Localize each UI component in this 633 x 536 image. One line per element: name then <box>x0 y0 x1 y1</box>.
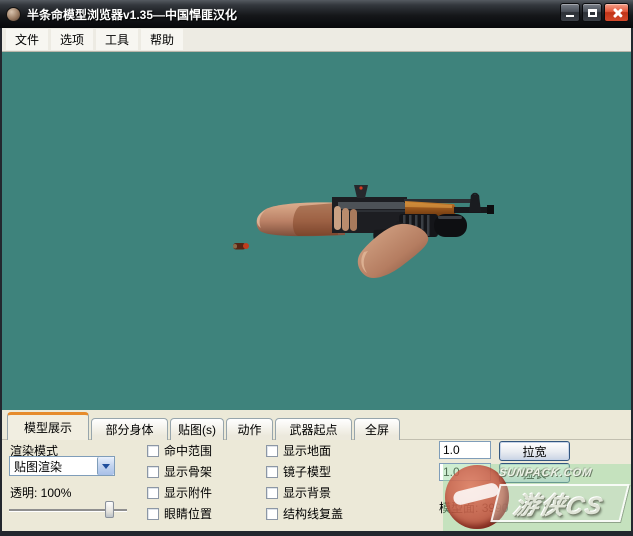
minimize-button[interactable] <box>560 3 580 22</box>
checkbox-box[interactable] <box>266 466 278 478</box>
checkbox-ground[interactable]: 显示地面 <box>266 442 331 459</box>
opacity-label: 透明: 100% <box>10 484 71 501</box>
menu-help[interactable]: 帮助 <box>141 29 183 50</box>
poly-count-value: 3990 <box>482 501 509 515</box>
checkbox-box[interactable] <box>266 445 278 457</box>
checkbox-box[interactable] <box>266 508 278 520</box>
checkbox-box[interactable] <box>266 487 278 499</box>
checkbox-box[interactable] <box>147 445 159 457</box>
chevron-down-icon <box>102 464 110 469</box>
tab-fullscreen[interactable]: 全屏 <box>354 418 400 440</box>
stretch-length-input[interactable] <box>439 463 491 481</box>
title-bar: 半条命模型浏览器v1.35—中国悍匪汉化 <box>0 0 633 28</box>
app-icon <box>6 7 21 22</box>
opacity-slider[interactable] <box>9 500 127 520</box>
wood-handguard <box>405 201 457 216</box>
ak47-model <box>2 52 631 410</box>
close-button[interactable] <box>604 3 629 22</box>
ejected-shell <box>233 243 249 250</box>
stretch-width-input[interactable] <box>439 441 491 459</box>
tab-weapon-origin[interactable]: 武器起点 <box>275 418 352 440</box>
checkbox-hitboxes[interactable]: 命中范围 <box>147 442 212 459</box>
barrel <box>454 194 494 214</box>
minimize-icon <box>566 15 574 17</box>
menu-options[interactable]: 选项 <box>51 29 93 50</box>
checkbox-box[interactable] <box>147 508 159 520</box>
maximize-icon <box>588 9 597 17</box>
tab-model-display[interactable]: 模型展示 <box>7 412 89 440</box>
poly-count: 模型面: 3990 <box>439 499 508 516</box>
model-viewport[interactable] <box>2 52 631 410</box>
left-hand-fingers <box>334 206 357 231</box>
render-mode-value: 贴图渲染 <box>10 458 97 475</box>
checkbox-box[interactable] <box>147 466 159 478</box>
left-arm <box>257 202 345 236</box>
render-mode-select[interactable]: 贴图渲染 <box>9 456 115 476</box>
control-panel: 模型展示 部分身体 贴图(s) 动作 武器起点 全屏 渲染模式 贴图渲染 透明:… <box>2 410 631 531</box>
stretch-length-button[interactable]: 拉长 <box>499 463 570 483</box>
stretch-width-button[interactable]: 拉宽 <box>499 441 570 461</box>
checkbox-background[interactable]: 显示背景 <box>266 484 331 501</box>
checkbox-wireframe-overlay[interactable]: 结构线复盖 <box>266 505 343 522</box>
menu-tools[interactable]: 工具 <box>96 29 138 50</box>
tab-animations[interactable]: 动作 <box>226 418 273 440</box>
window-controls <box>560 3 629 22</box>
checkbox-box[interactable] <box>147 487 159 499</box>
tab-textures[interactable]: 贴图(s) <box>170 418 224 440</box>
tab-body-parts[interactable]: 部分身体 <box>91 418 168 440</box>
dropdown-button[interactable] <box>97 457 114 475</box>
checkbox-bones[interactable]: 显示骨架 <box>147 463 212 480</box>
menu-file[interactable]: 文件 <box>6 29 48 50</box>
poly-count-label: 模型面: <box>439 501 478 515</box>
checkbox-mirror[interactable]: 镜子模型 <box>266 463 331 480</box>
maximize-button[interactable] <box>582 3 602 22</box>
tab-strip: 模型展示 部分身体 贴图(s) 动作 武器起点 全屏 <box>7 412 402 440</box>
slider-thumb[interactable] <box>105 501 114 518</box>
checkbox-eye-position[interactable]: 眼睛位置 <box>147 505 212 522</box>
close-icon <box>611 7 622 18</box>
checkbox-attachments[interactable]: 显示附件 <box>147 484 212 501</box>
menu-bar: 文件 选项 工具 帮助 <box>2 28 631 52</box>
window-title: 半条命模型浏览器v1.35—中国悍匪汉化 <box>27 6 237 23</box>
app-window: 半条命模型浏览器v1.35—中国悍匪汉化 文件 选项 工具 帮助 <box>0 0 633 536</box>
